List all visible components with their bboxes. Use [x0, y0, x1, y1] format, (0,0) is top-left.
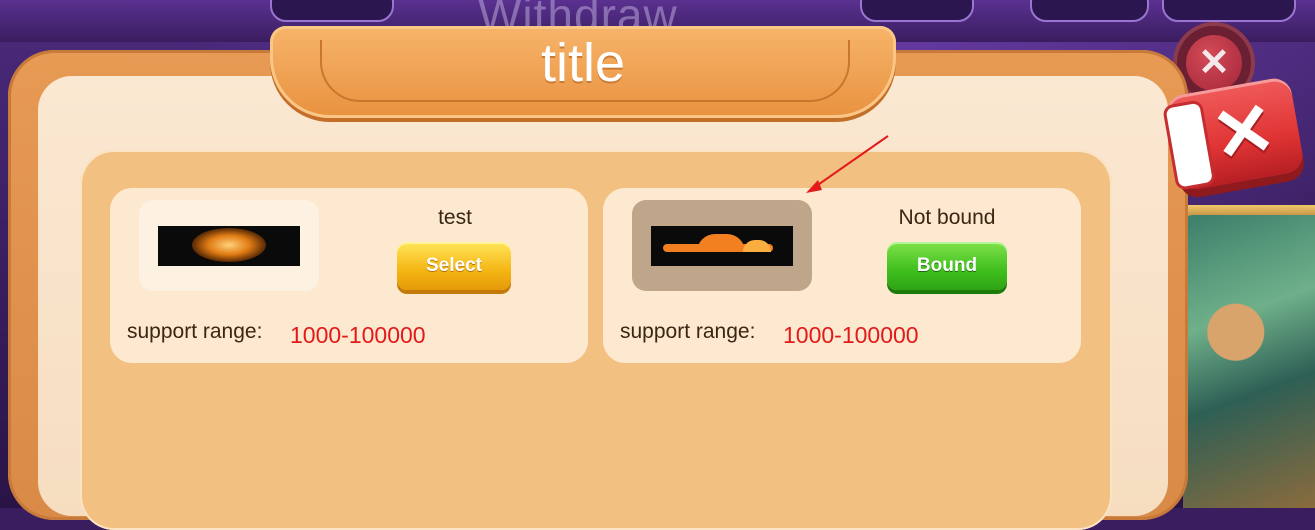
- top-bar-pill: [1030, 0, 1149, 22]
- game-thumbnail: [1183, 215, 1315, 508]
- close-icon: ✕: [1186, 35, 1242, 91]
- support-range-value: 1000-100000: [783, 322, 919, 348]
- channel-logo-box: [632, 200, 812, 291]
- channel-logo-box: [139, 200, 319, 291]
- select-button[interactable]: Select: [397, 242, 511, 290]
- support-range-value: 1000-100000: [290, 322, 426, 348]
- top-bar-pill: [270, 0, 394, 22]
- payment-channel-card[interactable]: test Select support range: 1000-100000: [110, 188, 588, 363]
- bound-button[interactable]: Bound: [887, 242, 1007, 290]
- support-range-label: support range:: [127, 320, 263, 343]
- payment-channel-card[interactable]: Not bound Bound support range: 1000-1000…: [603, 188, 1081, 363]
- close-icon: ✕: [1206, 85, 1282, 179]
- top-bar-pill: [860, 0, 974, 22]
- top-bar-pill: [1162, 0, 1296, 22]
- channel-status: test: [438, 206, 472, 229]
- support-range-label: support range:: [620, 320, 756, 343]
- lightbulb-logo-icon: [158, 225, 300, 266]
- channel-status: Not bound: [898, 206, 996, 229]
- dialog-title: title: [540, 33, 626, 93]
- cloudflare-logo-icon: [651, 225, 793, 266]
